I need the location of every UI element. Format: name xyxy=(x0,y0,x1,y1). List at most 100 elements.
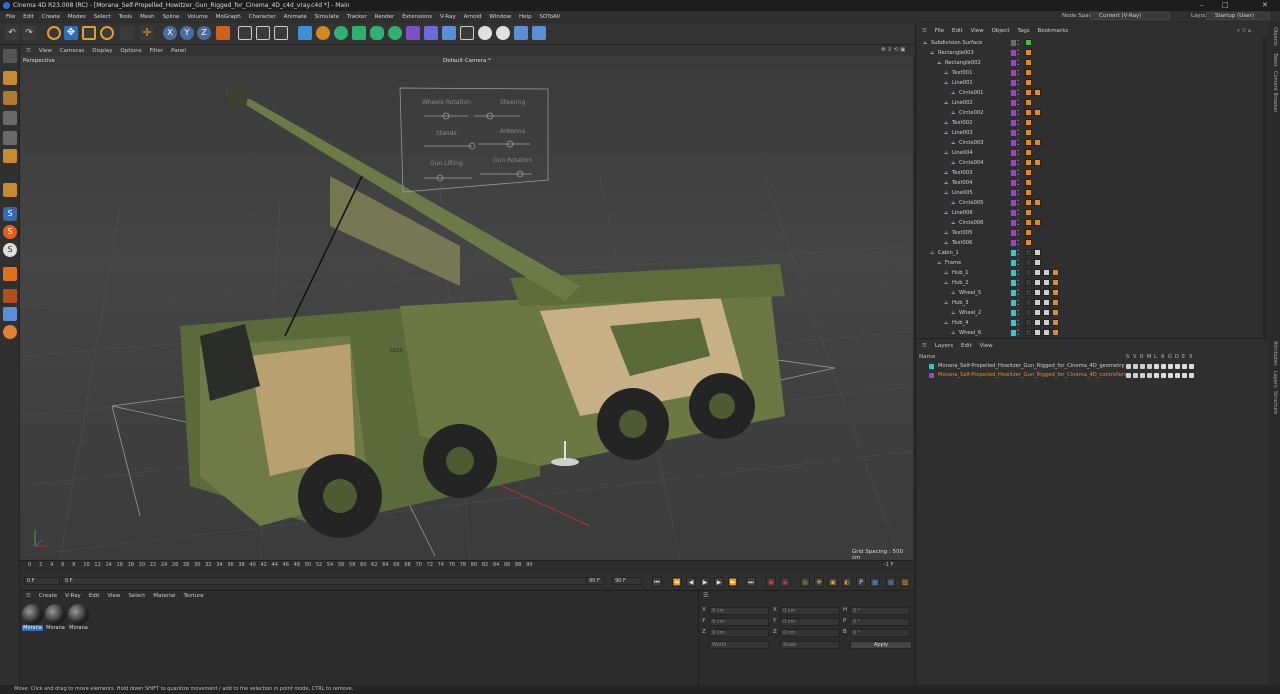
menu-mograph[interactable]: MoGraph xyxy=(216,12,241,23)
cube-icon[interactable] xyxy=(298,26,312,40)
rotate-icon[interactable] xyxy=(100,26,114,40)
menu-character[interactable]: Character xyxy=(249,12,276,23)
scale-icon[interactable] xyxy=(82,26,96,40)
camera-icon[interactable] xyxy=(460,26,474,40)
axis-mode-icon[interactable] xyxy=(3,183,17,197)
motion-system-icon[interactable]: ▤ xyxy=(886,577,896,587)
previous-frame-icon[interactable]: ◀ xyxy=(686,577,696,587)
current-frame-field[interactable]: 0 F xyxy=(24,577,60,585)
material-tag-icon[interactable] xyxy=(1034,279,1041,286)
object-row[interactable]: ⟁ Subdivision Surface • • xyxy=(919,38,1261,48)
size-y-field[interactable]: 0 cm xyxy=(780,618,840,626)
tab-objects[interactable]: Objects xyxy=(1272,27,1278,46)
phong-tag-icon[interactable] xyxy=(1025,329,1032,336)
tag-icon[interactable] xyxy=(1034,109,1041,116)
object-row[interactable]: ⟁ Line005 • • xyxy=(919,188,1261,198)
uvw-tag-icon[interactable] xyxy=(1043,299,1050,306)
visibility-dots-icon[interactable]: • • xyxy=(1017,149,1020,157)
object-menu-view[interactable]: View xyxy=(971,26,984,36)
object-row[interactable]: ⟁ Circle004 • • xyxy=(919,158,1261,168)
object-row[interactable]: ⟁ Line002 • • xyxy=(919,98,1261,108)
next-key-icon[interactable]: ⏩ xyxy=(728,577,738,587)
sotoall-s3-icon[interactable]: S xyxy=(3,243,17,257)
visibility-dots-icon[interactable]: • • xyxy=(1017,169,1020,177)
uvw-tag-icon[interactable] xyxy=(1043,309,1050,316)
tab-content-browser[interactable]: Content Browser xyxy=(1272,71,1278,113)
grid-icon[interactable] xyxy=(442,26,456,40)
visibility-dots-icon[interactable]: • • xyxy=(1017,229,1020,237)
layer-flag-toggle-icon[interactable] xyxy=(1189,373,1194,378)
layer-flag-toggle-icon[interactable] xyxy=(1133,373,1138,378)
tag-icon[interactable] xyxy=(1034,89,1041,96)
layers-icon[interactable] xyxy=(3,307,17,321)
tag-icon[interactable] xyxy=(1034,159,1041,166)
layer-menu-layers[interactable]: Layers xyxy=(935,341,953,351)
visibility-dots-icon[interactable]: • • xyxy=(1017,79,1020,87)
material-tag-icon[interactable] xyxy=(1034,319,1041,326)
layer-flag-toggle-icon[interactable] xyxy=(1175,373,1180,378)
tag-icon[interactable] xyxy=(1025,199,1032,206)
visibility-dots-icon[interactable]: • • xyxy=(1017,69,1020,77)
visibility-dots-icon[interactable]: • • xyxy=(1017,299,1020,307)
tag-icon[interactable] xyxy=(1025,79,1032,86)
pos-x-field[interactable]: 0 cm xyxy=(709,607,769,615)
menu-vray[interactable]: V-Ray xyxy=(440,12,456,23)
layer-color-swatch[interactable] xyxy=(1011,90,1016,96)
object-row[interactable]: ⟁ Hub_3 • • xyxy=(919,298,1261,308)
size-mode-select[interactable]: Scale xyxy=(780,641,840,649)
menu-mesh[interactable]: Mesh xyxy=(140,12,154,23)
size-x-field[interactable]: 0 cm xyxy=(780,607,840,615)
material-menu-material[interactable]: Material xyxy=(153,591,175,601)
material-tag-icon[interactable] xyxy=(1034,309,1041,316)
cloner-icon[interactable] xyxy=(370,26,384,40)
keyframe-selection-icon[interactable]: ◎ xyxy=(800,577,810,587)
menu-volume[interactable]: Volume xyxy=(187,12,207,23)
tag-icon[interactable] xyxy=(1052,289,1059,296)
uvw-tag-icon[interactable] xyxy=(1043,319,1050,326)
tag-icon[interactable] xyxy=(1025,229,1032,236)
sculpt-icon[interactable] xyxy=(3,325,17,339)
layer-color-swatch[interactable] xyxy=(1011,150,1016,156)
object-row[interactable]: ⟁ Text006 • • xyxy=(919,238,1261,248)
layer-menu-edit[interactable]: Edit xyxy=(961,341,972,351)
visibility-dots-icon[interactable]: • • xyxy=(1017,279,1020,287)
timeline-ruler[interactable]: 0 2 4 6 8 10 12 14 16 18 20 22 24 26 28 30 32 34 36 38 40 42 4… xyxy=(20,560,913,574)
layer-color-swatch[interactable] xyxy=(1011,290,1016,296)
layer-row[interactable]: Morana_Self-Propelled_Howitzer_Gun_Rigge… xyxy=(916,371,1269,380)
layer-color-swatch[interactable] xyxy=(1011,130,1016,136)
coord-mode-select[interactable]: World xyxy=(709,641,769,649)
visibility-dots-icon[interactable]: • • xyxy=(1017,329,1020,337)
material-menu-select[interactable]: Select xyxy=(128,591,145,601)
object-row[interactable]: ⟁ Rectangle002 • • xyxy=(919,58,1261,68)
material-menu-texture[interactable]: Texture xyxy=(183,591,203,601)
object-row[interactable]: ⟁ Circle003 • • xyxy=(919,138,1261,148)
layer-flag-toggle-icon[interactable] xyxy=(1154,373,1159,378)
rig-label-stands[interactable]: Stands xyxy=(436,130,457,137)
layer-color-swatch[interactable] xyxy=(1011,310,1016,316)
workplane-icon[interactable] xyxy=(3,267,17,281)
material-panel-icon[interactable]: ☰ xyxy=(26,591,31,601)
tag-icon[interactable] xyxy=(1025,189,1032,196)
rot-b-field[interactable]: 0 ° xyxy=(850,629,910,637)
coord-panel-icon[interactable]: ☰ xyxy=(703,592,708,599)
vray-vfb-icon[interactable] xyxy=(532,26,546,40)
layer-color-swatch[interactable] xyxy=(1011,190,1016,196)
tag-icon[interactable] xyxy=(1025,219,1032,226)
layer-flag-toggle-icon[interactable] xyxy=(1182,373,1187,378)
menu-modes[interactable]: Modes xyxy=(68,12,86,23)
visibility-dots-icon[interactable]: • • xyxy=(1017,139,1020,147)
layer-color-swatch[interactable] xyxy=(1011,260,1016,266)
menu-create[interactable]: Create xyxy=(42,12,60,23)
timeline-icon[interactable]: ▥ xyxy=(900,577,910,587)
visibility-dots-icon[interactable]: • • xyxy=(1017,119,1020,127)
x-axis-lock-icon[interactable]: X xyxy=(163,26,177,40)
object-row[interactable]: ⟁ Cabin_1 • • xyxy=(919,248,1261,258)
layer-row[interactable]: Morana_Self-Propelled_Howitzer_Gun_Rigge… xyxy=(916,362,1269,371)
layer-color-swatch[interactable] xyxy=(1011,100,1016,106)
layer-color-swatch[interactable] xyxy=(1011,140,1016,146)
material-menu-vray[interactable]: V-Ray xyxy=(65,591,81,601)
visibility-dots-icon[interactable]: • • xyxy=(1017,249,1020,257)
visibility-dots-icon[interactable]: • • xyxy=(1017,319,1020,327)
object-menu-file[interactable]: File xyxy=(935,26,944,36)
y-axis-lock-icon[interactable]: Y xyxy=(180,26,194,40)
